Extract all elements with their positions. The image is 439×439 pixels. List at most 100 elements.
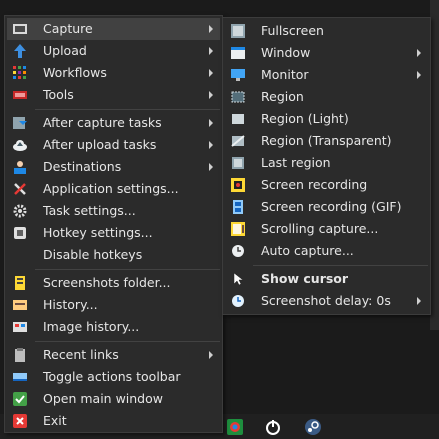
menu-item-label: Show cursor bbox=[261, 271, 349, 286]
submenu-item-auto-capture[interactable]: Auto capture... bbox=[225, 240, 428, 262]
menu-item-capture[interactable]: Capture bbox=[7, 18, 220, 40]
menu-item-tools[interactable]: Tools bbox=[7, 84, 220, 106]
menu-item-toggle-actions-toolbar[interactable]: Toggle actions toolbar bbox=[7, 366, 220, 388]
folder-icon bbox=[15, 276, 25, 290]
menu-item-label: Region bbox=[261, 89, 304, 104]
submenu-item-screenshot-delay[interactable]: Screenshot delay: 0s bbox=[225, 290, 428, 312]
toolbar-icon bbox=[13, 373, 27, 381]
menu-separator bbox=[35, 109, 220, 110]
menu-item-label: Window bbox=[261, 45, 311, 60]
submenu-item-region[interactable]: Region bbox=[225, 86, 428, 108]
menu-item-label: Region (Light) bbox=[261, 111, 349, 126]
menu-item-task-settings[interactable]: Task settings... bbox=[7, 200, 220, 222]
power-tray-icon[interactable] bbox=[264, 418, 282, 436]
submenu-item-scrolling-capture[interactable]: Scrolling capture... bbox=[225, 218, 428, 240]
menu-item-label: Last region bbox=[261, 155, 331, 170]
menu-item-label: Screenshots folder... bbox=[43, 275, 171, 290]
menu-item-label: Recent links bbox=[43, 347, 119, 362]
upload-arrow-icon bbox=[14, 44, 26, 58]
checkmark-icon bbox=[13, 392, 27, 406]
submenu-item-window[interactable]: Window bbox=[225, 42, 428, 64]
menu-item-screenshots-folder[interactable]: Screenshots folder... bbox=[7, 272, 220, 294]
menu-item-hotkey-settings[interactable]: Hotkey settings... bbox=[7, 222, 220, 244]
cloud-upload-icon bbox=[13, 140, 27, 151]
menu-item-label: Destinations bbox=[43, 159, 122, 174]
menu-item-label: After upload tasks bbox=[43, 137, 157, 152]
menu-item-label: Upload bbox=[43, 43, 87, 58]
region-icon bbox=[231, 91, 245, 103]
submenu-arrow-icon bbox=[209, 91, 213, 99]
after-capture-icon bbox=[13, 117, 27, 129]
menu-item-label: Capture bbox=[43, 21, 93, 36]
submenu-item-screen-recording-gif[interactable]: Screen recording (GIF) bbox=[225, 196, 428, 218]
image-history-icon bbox=[13, 322, 27, 332]
menu-separator bbox=[35, 341, 220, 342]
menu-item-label: Workflows bbox=[43, 65, 107, 80]
capture-icon bbox=[13, 24, 27, 34]
menu-item-label: Application settings... bbox=[43, 181, 179, 196]
submenu-item-region-transparent[interactable]: Region (Transparent) bbox=[225, 130, 428, 152]
menu-item-open-main-window[interactable]: Open main window bbox=[7, 388, 220, 410]
menu-item-label: Image history... bbox=[43, 319, 140, 334]
submenu-item-fullscreen[interactable]: Fullscreen bbox=[225, 20, 428, 42]
tools-icon bbox=[13, 91, 27, 99]
menu-item-label: Hotkey settings... bbox=[43, 225, 153, 240]
history-icon bbox=[13, 300, 27, 310]
menu-item-label: Tools bbox=[43, 87, 74, 102]
last-region-icon bbox=[232, 157, 244, 169]
sharex-tray-icon[interactable] bbox=[226, 418, 244, 436]
menu-item-label: Disable hotkeys bbox=[43, 247, 143, 262]
exit-icon bbox=[13, 414, 27, 428]
menu-separator bbox=[35, 269, 220, 270]
submenu-arrow-icon bbox=[417, 71, 421, 79]
workflows-grid-icon bbox=[13, 66, 26, 79]
cursor-icon bbox=[233, 272, 244, 286]
menu-item-recent-links[interactable]: Recent links bbox=[7, 344, 220, 366]
menu-item-workflows[interactable]: Workflows bbox=[7, 62, 220, 84]
submenu-arrow-icon bbox=[209, 69, 213, 77]
submenu-item-show-cursor[interactable]: Show cursor bbox=[225, 268, 428, 290]
menu-item-label: Region (Transparent) bbox=[261, 133, 392, 148]
menu-item-label: Screen recording (GIF) bbox=[261, 199, 402, 214]
delay-clock-icon bbox=[232, 295, 244, 307]
menu-separator bbox=[253, 265, 428, 266]
menu-item-exit[interactable]: Exit bbox=[7, 410, 220, 432]
menu-item-upload[interactable]: Upload bbox=[7, 40, 220, 62]
screen-recording-icon bbox=[231, 178, 245, 192]
submenu-item-screen-recording[interactable]: Screen recording bbox=[225, 174, 428, 196]
submenu-item-last-region[interactable]: Last region bbox=[225, 152, 428, 174]
menu-item-label: Fullscreen bbox=[261, 23, 324, 38]
menu-item-label: Screenshot delay: 0s bbox=[261, 293, 391, 308]
keyboard-icon bbox=[14, 227, 26, 239]
steam-tray-icon[interactable] bbox=[304, 418, 322, 436]
capture-submenu: Fullscreen Window Monitor Region Region … bbox=[222, 17, 431, 315]
menu-item-application-settings[interactable]: Application settings... bbox=[7, 178, 220, 200]
menu-item-disable-hotkeys[interactable]: Disable hotkeys bbox=[7, 244, 220, 266]
region-light-icon bbox=[232, 114, 244, 124]
menu-item-image-history[interactable]: Image history... bbox=[7, 316, 220, 338]
submenu-arrow-icon bbox=[209, 25, 213, 33]
menu-item-label: Exit bbox=[43, 413, 67, 428]
menu-item-label: Monitor bbox=[261, 67, 309, 82]
background-window-edge bbox=[430, 0, 439, 330]
menu-item-label: Toggle actions toolbar bbox=[43, 369, 181, 384]
submenu-arrow-icon bbox=[417, 297, 421, 305]
submenu-arrow-icon bbox=[417, 49, 421, 57]
window-icon bbox=[231, 47, 245, 59]
menu-item-after-upload-tasks[interactable]: After upload tasks bbox=[7, 134, 220, 156]
destinations-icon bbox=[14, 161, 26, 174]
wrench-icon bbox=[14, 183, 26, 195]
submenu-item-monitor[interactable]: Monitor bbox=[225, 64, 428, 86]
menu-item-label: Scrolling capture... bbox=[261, 221, 379, 236]
region-transparent-icon bbox=[231, 135, 245, 147]
menu-item-history[interactable]: History... bbox=[7, 294, 220, 316]
menu-item-label: History... bbox=[43, 297, 98, 312]
menu-item-after-capture-tasks[interactable]: After capture tasks bbox=[7, 112, 220, 134]
menu-item-label: Screen recording bbox=[261, 177, 368, 192]
scrolling-capture-icon bbox=[231, 222, 245, 236]
submenu-item-region-light[interactable]: Region (Light) bbox=[225, 108, 428, 130]
menu-item-destinations[interactable]: Destinations bbox=[7, 156, 220, 178]
fullscreen-icon bbox=[231, 24, 245, 38]
gear-icon bbox=[13, 204, 27, 218]
menu-item-label: Task settings... bbox=[43, 203, 136, 218]
